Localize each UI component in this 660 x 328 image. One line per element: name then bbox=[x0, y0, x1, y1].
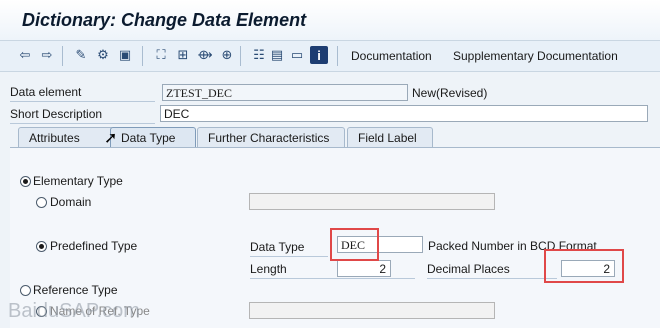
domain-input[interactable] bbox=[249, 193, 495, 210]
toolbar-separator bbox=[142, 46, 143, 66]
application-toolbar: ⇦ ⇨ ✎ ⚙ ▣ ⛶ ⊞ ⟴ ⊕ ☷ ▤ ▭ i Documentation … bbox=[0, 41, 660, 72]
short-description-label: Short Description bbox=[10, 106, 155, 124]
tab-field-label[interactable]: Field Label bbox=[347, 127, 433, 147]
data-type-label: Data Type bbox=[250, 239, 328, 257]
tree-icon[interactable]: ⊞ bbox=[174, 46, 192, 64]
predefined-type-label: Predefined Type bbox=[50, 239, 138, 253]
highlight-box-decimal-places bbox=[544, 249, 624, 283]
toolbar-separator bbox=[240, 46, 241, 66]
toolbar-separator bbox=[337, 46, 338, 66]
tab-attributes-label: Attributes bbox=[29, 131, 80, 145]
highlight-box-data-type bbox=[330, 228, 379, 261]
window-icon[interactable]: ▭ bbox=[288, 46, 306, 64]
decimal-places-label: Decimal Places bbox=[427, 261, 557, 279]
print-icon[interactable]: ▤ bbox=[268, 46, 286, 64]
short-description-input[interactable]: DEC bbox=[160, 105, 648, 122]
info-icon[interactable]: i bbox=[310, 46, 328, 64]
tab-strip: Attributes Data Type Further Characteris… bbox=[0, 127, 660, 147]
ref-type-input[interactable] bbox=[249, 302, 495, 319]
domain-label: Domain bbox=[50, 195, 92, 209]
supplementary-documentation-button[interactable]: Supplementary Documentation bbox=[453, 49, 618, 63]
tab-attributes[interactable]: Attributes bbox=[18, 127, 114, 147]
elementary-type-radio[interactable] bbox=[20, 176, 31, 187]
tab-further-characteristics-label: Further Characteristics bbox=[208, 131, 330, 145]
where-used-icon[interactable]: ⊕ bbox=[218, 46, 236, 64]
list-icon[interactable]: ☷ bbox=[250, 46, 268, 64]
length-input[interactable]: 2 bbox=[337, 260, 391, 277]
reference-type-radio[interactable] bbox=[20, 285, 31, 296]
toolbar-separator bbox=[62, 46, 63, 66]
cascade-icon[interactable]: ⟴ bbox=[196, 46, 214, 64]
status-text: New(Revised) bbox=[412, 86, 488, 100]
check-icon[interactable]: ⚙ bbox=[94, 46, 112, 64]
elementary-type-label: Elementary Type bbox=[33, 174, 123, 188]
tab-data-type-label: Data Type bbox=[121, 131, 176, 145]
reference-type-label: Reference Type bbox=[33, 283, 118, 297]
arrow-left-icon[interactable]: ⇦ bbox=[16, 46, 34, 64]
window-title: Dictionary: Change Data Element bbox=[22, 10, 307, 30]
predefined-type-radio[interactable] bbox=[36, 241, 47, 252]
documentation-button[interactable]: Documentation bbox=[351, 49, 432, 63]
tab-data-type[interactable]: Data Type bbox=[110, 127, 196, 147]
display-change-icon[interactable]: ✎ bbox=[72, 46, 90, 64]
mouse-cursor-icon: ➚ bbox=[104, 130, 118, 147]
activate-icon[interactable]: ⛶ bbox=[152, 46, 170, 64]
domain-radio[interactable] bbox=[36, 197, 47, 208]
tab-field-label-label: Field Label bbox=[358, 131, 417, 145]
title-bar: Dictionary: Change Data Element bbox=[0, 0, 660, 41]
arrow-right-icon[interactable]: ⇨ bbox=[38, 46, 56, 64]
watermark: BaiduSAP.com bbox=[8, 300, 140, 322]
stack-icon[interactable]: ▣ bbox=[116, 46, 134, 64]
data-element-label: Data element bbox=[10, 84, 155, 102]
data-element-field: ZTEST_DEC bbox=[162, 84, 408, 101]
tab-further-characteristics[interactable]: Further Characteristics bbox=[197, 127, 345, 147]
